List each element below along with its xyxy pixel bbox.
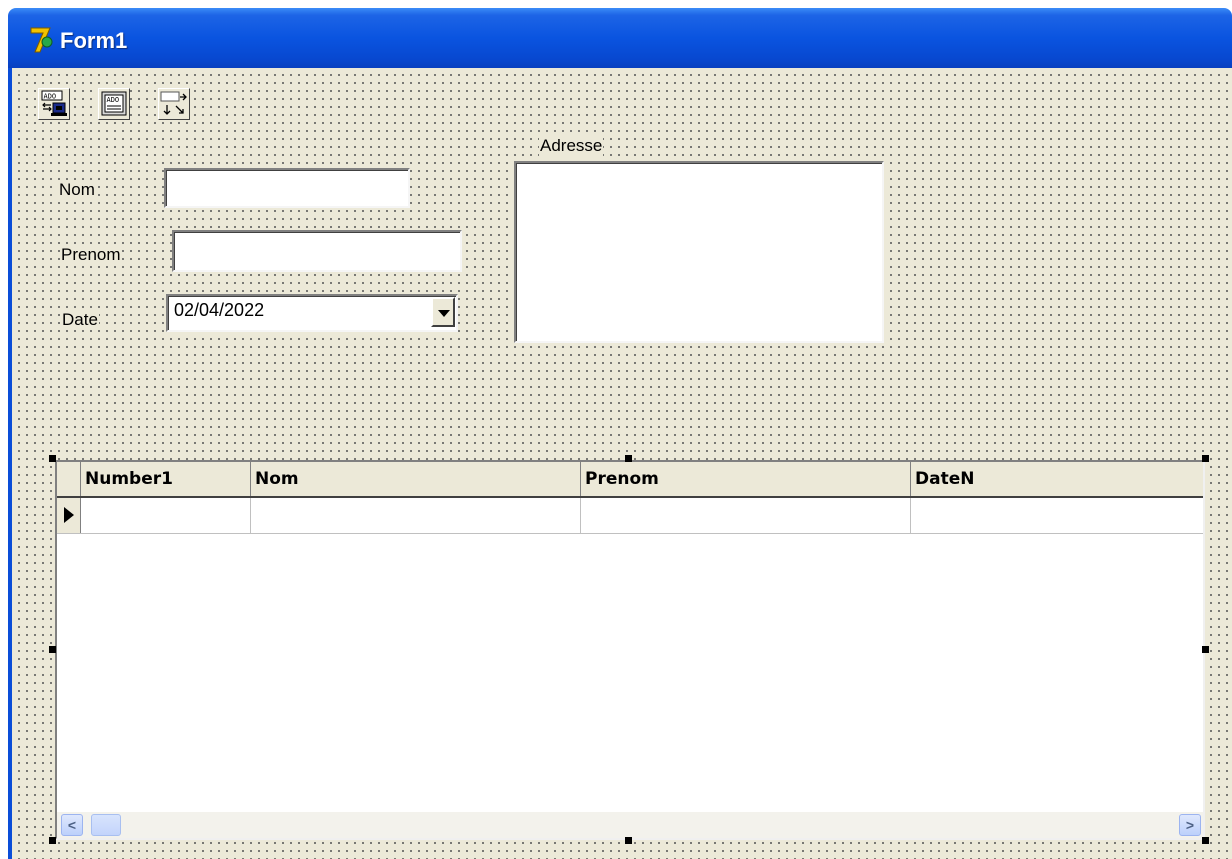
- selection-handle[interactable]: [625, 455, 632, 462]
- adresse-memo[interactable]: [514, 161, 884, 343]
- form-designer-surface: ADO ADO Adresse Nom Prenom Date 02/04/20…: [12, 68, 1232, 859]
- selection-handle[interactable]: [49, 837, 56, 844]
- selection-handle[interactable]: [49, 646, 56, 653]
- ado-connection-icon[interactable]: ADO: [38, 88, 70, 120]
- prenom-label: Prenom: [60, 245, 122, 265]
- selection-handle[interactable]: [49, 455, 56, 462]
- selection-handle[interactable]: [1202, 455, 1209, 462]
- db-grid[interactable]: Number1 Nom Prenom DateN < >: [55, 460, 1205, 840]
- nom-input[interactable]: [164, 168, 410, 208]
- delphi-app-icon: [30, 27, 53, 53]
- svg-text:ADO: ADO: [107, 96, 120, 104]
- date-value: 02/04/2022: [174, 300, 265, 320]
- dropdown-arrow-icon[interactable]: [431, 297, 455, 327]
- svg-text:ADO: ADO: [44, 93, 57, 101]
- column-header-nom[interactable]: Nom: [251, 462, 581, 496]
- selection-handle[interactable]: [1202, 837, 1209, 844]
- grid-indicator-header: [57, 462, 81, 496]
- table-row[interactable]: [57, 498, 1203, 534]
- nom-label: Nom: [58, 180, 96, 200]
- selection-handle[interactable]: [1202, 646, 1209, 653]
- prenom-input[interactable]: [172, 230, 462, 272]
- adresse-label: Adresse: [539, 136, 604, 156]
- title-bar[interactable]: Form1: [8, 8, 1232, 68]
- row-indicator: [57, 498, 81, 533]
- scroll-left-icon[interactable]: <: [61, 814, 83, 836]
- scroll-right-icon[interactable]: >: [1179, 814, 1201, 836]
- window-title: Form1: [60, 28, 128, 53]
- datasource-icon[interactable]: [158, 88, 190, 120]
- column-header-number1[interactable]: Number1: [81, 462, 251, 496]
- grid-cell[interactable]: [251, 498, 581, 533]
- selection-handle[interactable]: [625, 837, 632, 844]
- current-row-arrow-icon: [64, 507, 74, 523]
- horizontal-scrollbar[interactable]: < >: [57, 812, 1203, 838]
- grid-cell[interactable]: [911, 498, 1203, 533]
- scroll-thumb[interactable]: [91, 814, 121, 836]
- column-header-daten[interactable]: DateN: [911, 462, 1203, 496]
- date-label: Date: [61, 310, 99, 330]
- column-header-prenom[interactable]: Prenom: [581, 462, 911, 496]
- date-picker[interactable]: 02/04/2022: [166, 294, 458, 332]
- ado-table-icon[interactable]: ADO: [98, 88, 130, 120]
- form-window: Form1 ADO ADO Adresse Nom Prenom Date 02…: [8, 8, 1232, 859]
- grid-cell[interactable]: [581, 498, 911, 533]
- grid-header: Number1 Nom Prenom DateN: [57, 462, 1203, 498]
- grid-cell[interactable]: [81, 498, 251, 533]
